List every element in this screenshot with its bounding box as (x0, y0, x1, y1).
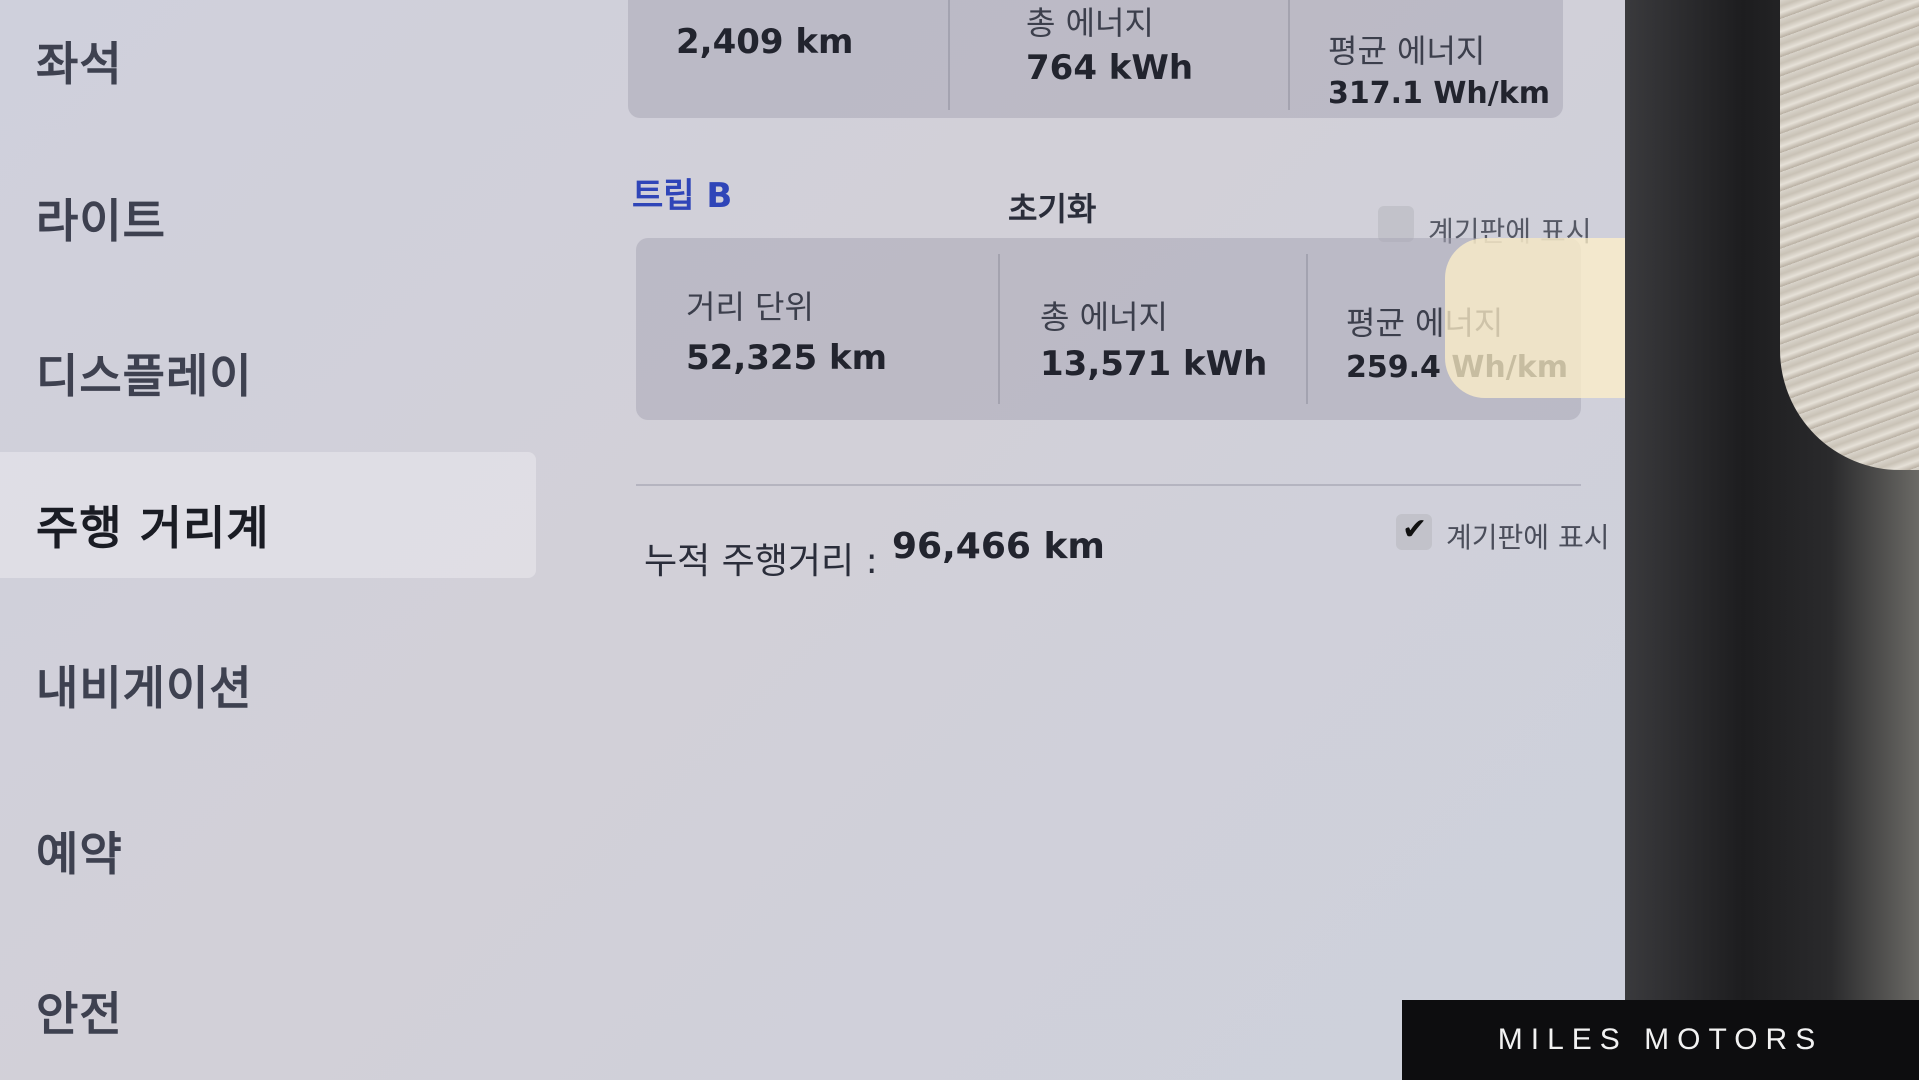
section-divider (636, 484, 1581, 486)
card-divider (948, 0, 950, 110)
trip-a-distance-value: 2,409 km (676, 22, 854, 62)
trip-a-avg-value: 317.1 Wh/km (1328, 76, 1550, 111)
trip-b-distance-label: 거리 단위 (686, 288, 814, 326)
watermark-badge: MILES MOTORS (1402, 1000, 1919, 1080)
trip-b-show-on-cluster-checkbox[interactable] (1378, 206, 1414, 242)
trip-b-energy-label: 총 에너지 (1040, 298, 1168, 336)
wood-trim (1780, 0, 1919, 470)
card-divider (998, 254, 1000, 404)
sidebar-item-schedule[interactable]: 예약 (36, 818, 123, 884)
trip-b-title: 트립 B (632, 176, 733, 216)
trip-b-card: 거리 단위 52,325 km 총 에너지 13,571 kWh 평균 에너지 … (636, 238, 1581, 420)
odometer-show-on-cluster-label: 계기판에 표시 (1446, 521, 1610, 554)
card-divider (1288, 0, 1290, 110)
card-divider (1306, 254, 1308, 404)
odometer-value: 96,466 km (892, 526, 1105, 567)
sidebar-item-seats[interactable]: 좌석 (36, 28, 123, 94)
sidebar-item-odometer[interactable]: 주행 거리계 (36, 492, 270, 558)
odometer-label: 누적 주행거리 : (644, 541, 878, 582)
watermark-text: MILES MOTORS (1497, 1023, 1824, 1056)
trip-a-card: 2,409 km 총 에너지 764 kWh 평균 에너지 317.1 Wh/k… (628, 0, 1563, 118)
trip-b-energy-value: 13,571 kWh (1040, 344, 1268, 384)
trip-a-energy-value: 764 kWh (1026, 48, 1194, 88)
sidebar-item-safety[interactable]: 안전 (36, 978, 123, 1044)
touchscreen-display: 좌석 라이트 디스플레이 주행 거리계 내비게이션 예약 안전 2,409 km… (0, 0, 1690, 1080)
sidebar-item-lights[interactable]: 라이트 (36, 185, 166, 251)
checkmark-icon: ✔ (1402, 512, 1428, 547)
sidebar-item-display[interactable]: 디스플레이 (36, 340, 253, 406)
odometer-show-on-cluster-checkbox[interactable]: ✔ (1396, 512, 1432, 550)
trip-a-energy-label: 총 에너지 (1026, 4, 1154, 42)
settings-sidebar: 좌석 라이트 디스플레이 주행 거리계 내비게이션 예약 안전 (0, 0, 540, 1080)
trip-b-reset-button[interactable]: 초기화 (1008, 184, 1096, 230)
light-glare (1445, 238, 1645, 398)
sidebar-item-navigation[interactable]: 내비게이션 (36, 652, 253, 718)
trip-b-distance-value: 52,325 km (686, 338, 888, 378)
trip-a-avg-label: 평균 에너지 (1328, 32, 1486, 70)
